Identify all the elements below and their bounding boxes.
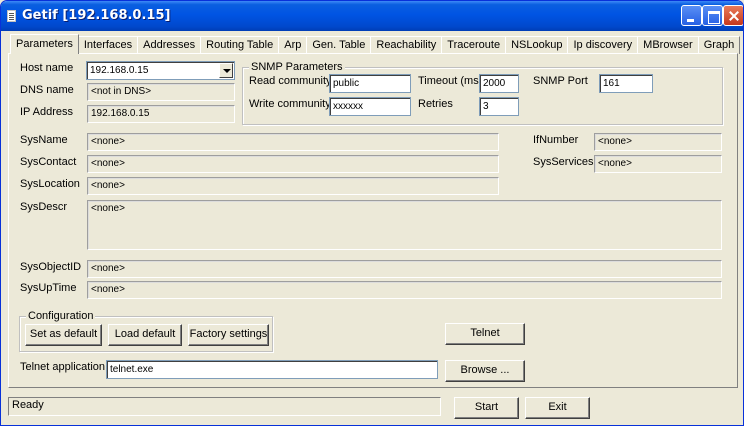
snmp-parameters-title: SNMP Parameters: [249, 61, 345, 73]
tab-ip-discovery[interactable]: Ip discovery: [567, 36, 639, 54]
dns-name-field: <not in DNS>: [87, 83, 235, 101]
host-name-label: Host name: [20, 62, 74, 74]
sysservices-field: <none>: [594, 155, 722, 173]
tab-strip: Parameters Interfaces Addresses Routing …: [10, 34, 741, 54]
tab-mbrowser[interactable]: MBrowser: [637, 36, 699, 54]
close-icon: [724, 6, 743, 25]
snmp-port-label: SNMP Port: [533, 75, 588, 87]
minimize-icon: [682, 6, 701, 25]
read-community-label: Read community: [249, 75, 332, 87]
maximize-button[interactable]: [702, 5, 723, 26]
title-bar[interactable]: Getif [192.168.0.15]: [1, 1, 743, 31]
sysuptime-label: SysUpTime: [20, 282, 77, 294]
ip-address-label: IP Address: [20, 106, 73, 118]
app-icon[interactable]: [7, 10, 16, 22]
syscontact-field: <none>: [87, 155, 499, 173]
sysname-label: SysName: [20, 134, 68, 146]
timeout-input[interactable]: 2000: [479, 74, 519, 93]
syscontact-label: SysContact: [20, 156, 77, 168]
tab-arp[interactable]: Arp: [278, 36, 308, 54]
host-name-combo[interactable]: 192.168.0.15: [86, 61, 235, 80]
factory-settings-button[interactable]: Factory settings: [188, 324, 269, 346]
syslocation-field: <none>: [87, 177, 499, 195]
tab-gen-table[interactable]: Gen. Table: [306, 36, 372, 54]
retries-label: Retries: [418, 98, 453, 110]
ifnumber-label: IfNumber: [533, 134, 579, 146]
exit-button[interactable]: Exit: [525, 397, 590, 419]
tab-addresses[interactable]: Addresses: [137, 36, 202, 54]
host-name-value: 192.168.0.15: [90, 65, 149, 76]
tab-routing-table[interactable]: Routing Table: [200, 36, 280, 54]
telnet-application-input[interactable]: telnet.exe: [106, 360, 438, 379]
ifnumber-field: <none>: [594, 133, 722, 151]
tab-nslookup[interactable]: NSLookup: [505, 36, 569, 54]
configuration-title: Configuration: [26, 310, 96, 322]
sysdescr-label: SysDescr: [20, 201, 68, 213]
status-bar: Ready: [8, 397, 441, 416]
chevron-down-icon[interactable]: [219, 63, 233, 78]
tab-interfaces[interactable]: Interfaces: [77, 36, 139, 54]
sysdescr-field: <none>: [87, 200, 722, 250]
snmp-port-input[interactable]: 161: [599, 74, 653, 93]
write-community-label: Write community: [249, 98, 331, 110]
retries-input[interactable]: 3: [479, 97, 519, 116]
app-window: Getif [192.168.0.15] Parameters Interfac…: [0, 0, 744, 426]
tab-parameters[interactable]: Parameters: [10, 34, 79, 54]
minimize-button[interactable]: [681, 5, 702, 26]
start-button[interactable]: Start: [454, 397, 519, 419]
tab-reachability[interactable]: Reachability: [370, 36, 443, 54]
tab-graph[interactable]: Graph: [697, 36, 741, 54]
set-as-default-button[interactable]: Set as default: [25, 324, 102, 346]
browse-button[interactable]: Browse ...: [445, 360, 525, 382]
sysobjectid-label: SysObjectID: [20, 261, 82, 273]
timeout-label: Timeout (ms): [418, 75, 483, 87]
sysobjectid-field: <none>: [87, 260, 722, 278]
syslocation-label: SysLocation: [20, 178, 80, 190]
sysuptime-field: <none>: [87, 281, 722, 299]
write-community-input[interactable]: xxxxxx: [329, 97, 411, 116]
telnet-application-label: Telnet application: [20, 361, 106, 373]
maximize-icon: [703, 6, 722, 25]
tab-traceroute[interactable]: Traceroute: [441, 36, 507, 54]
close-button[interactable]: [723, 5, 743, 26]
window-title: Getif [192.168.0.15]: [22, 8, 171, 23]
read-community-input[interactable]: public: [329, 74, 411, 93]
load-default-button[interactable]: Load default: [108, 324, 182, 346]
sysname-field: <none>: [87, 133, 499, 151]
sysservices-label: SysServices: [533, 156, 594, 168]
ip-address-field: 192.168.0.15: [87, 105, 235, 123]
telnet-button[interactable]: Telnet: [445, 323, 525, 345]
dns-name-label: DNS name: [20, 84, 74, 96]
